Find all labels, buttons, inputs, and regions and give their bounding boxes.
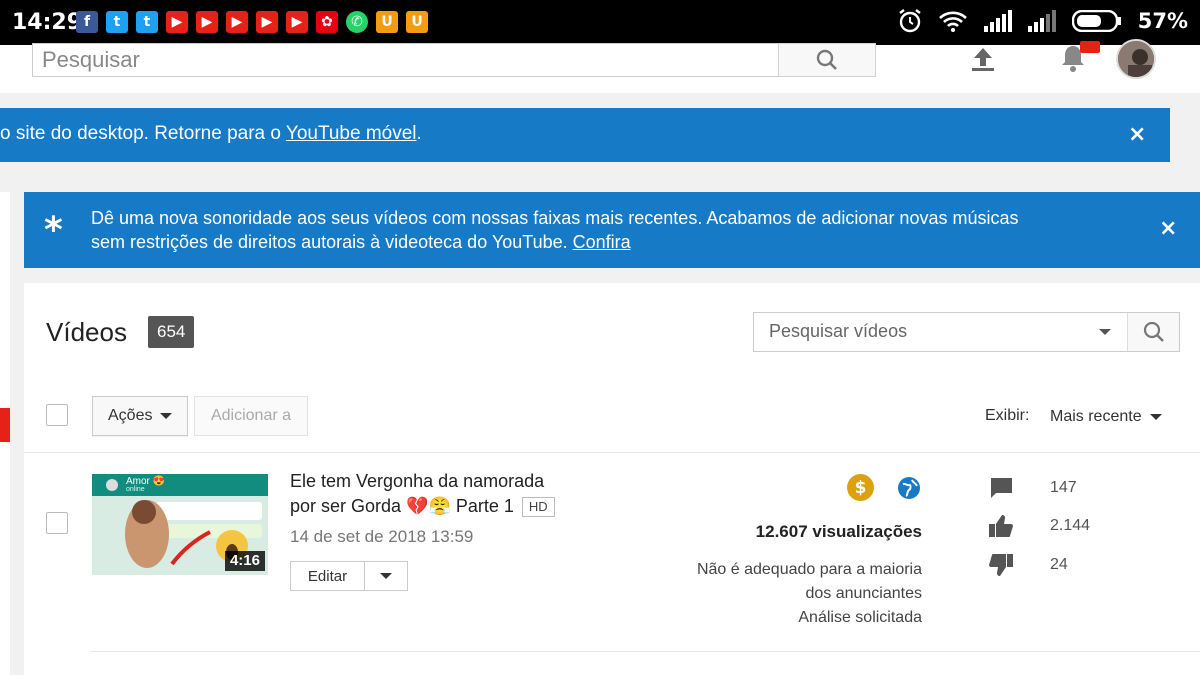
search-input[interactable]: Pesquisar [32,43,779,77]
chevron-down-icon [1149,414,1162,420]
video-title[interactable]: Ele tem Vergonha da namorada por ser Gor… [290,469,590,519]
video-search-button[interactable] [1127,313,1179,351]
battery-icon [1071,10,1121,32]
notification-icons: f t t ▶ ▶ ▶ ▶ ▶ ✿ ✆ U U [76,11,428,33]
youtube-icon: ▶ [166,11,188,33]
edit-button-group: Editar [290,561,408,591]
status-time: 14:29 [12,10,83,35]
video-duration: 4:16 [224,551,265,571]
youtube-icon: ▶ [196,11,218,33]
comment-icon [990,478,1012,498]
globe-icon[interactable] [897,476,921,500]
twitter-icon: t [106,11,128,33]
thumbs-down-icon [989,554,1013,576]
sort-select[interactable]: Mais recente [1050,408,1162,426]
youtube-mobile-link[interactable]: YouTube móvel [286,123,417,144]
video-search: Pesquisar vídeos [753,312,1180,352]
chevron-down-icon[interactable] [1099,329,1111,335]
facebook-icon: f [76,11,98,33]
ad-status: Não é adequado para a maioria dos anunci… [697,558,922,630]
signal-icon [983,10,1012,32]
edit-button[interactable]: Editar [291,562,365,590]
video-thumbnail[interactable]: Amor 😍 online 4:16 [92,474,268,575]
uc-browser-icon: U [376,11,398,33]
masthead: Pesquisar [0,39,1200,93]
banner-music-text2: sem restrições de direitos autorais à vi… [91,232,573,252]
banner-music-text: Dê uma nova sonoridade aos seus vídeos c… [91,208,1019,228]
ad-status-line1: Não é adequado para a maioria [696,561,922,578]
monetization-icon[interactable]: $ [847,474,874,501]
star-icon: * [44,210,63,251]
view-count: 12.607 visualizações [755,522,922,541]
videos-panel: Vídeos 654 Pesquisar vídeos Ações Adicio… [24,283,1200,675]
search-icon [816,49,837,70]
notifications-button[interactable] [1058,41,1100,75]
whatsapp-icon: ✆ [346,11,368,33]
upload-icon [972,48,994,71]
video-title-line2: por ser Gorda 💔😤 Parte 1 [290,496,514,516]
select-all-checkbox[interactable] [46,404,68,426]
thumbs-up-icon [989,515,1013,537]
wifi-icon [938,11,967,32]
youtube-icon: ▶ [256,11,278,33]
banner-desktop-suffix: . [416,123,422,144]
page-title: Vídeos [46,317,127,347]
youtube-icon: ▶ [286,11,308,33]
video-date: 14 de set de 2018 13:59 [290,527,474,546]
ad-status-line3[interactable]: Análise solicitada [697,606,922,630]
twitter-icon: t [136,11,158,33]
banner-desktop-text: o site do desktop. Retorne para o [0,123,286,144]
hd-badge: HD [521,497,555,518]
ad-status-line2: dos anunciantes [805,585,922,602]
like-count: 2.144 [1050,517,1091,534]
confira-link[interactable]: Confira [573,232,631,252]
chevron-down-icon [380,573,392,579]
video-search-input[interactable]: Pesquisar vídeos [754,313,1127,351]
battery-percent: 57% [1137,9,1188,33]
add-to-button[interactable]: Adicionar a [194,396,308,436]
row-checkbox[interactable] [46,512,68,534]
huawei-icon: ✿ [316,11,338,33]
chevron-down-icon [160,413,173,419]
row-divider [90,651,1200,652]
dislike-count: 24 [1050,556,1068,573]
video-title-line1: Ele tem Vergonha da namorada [290,471,545,491]
status-right: 57% [898,8,1188,34]
show-label: Exibir: [985,407,1030,424]
divider [24,452,1200,453]
notification-badge [1080,41,1100,53]
search-icon [1143,321,1164,342]
status-bar: 14:29 f t t ▶ ▶ ▶ ▶ ▶ ✿ ✆ U U 57% [0,0,1200,45]
music-library-banner: * Dê uma nova sonoridade aos seus vídeos… [24,192,1200,268]
actions-label: Ações [108,407,153,424]
upload-button[interactable] [968,43,998,75]
search-button[interactable] [778,43,876,77]
video-count-badge: 654 [148,316,195,348]
comment-count: 147 [1050,479,1077,496]
close-banner-desktop-button[interactable]: × [1128,122,1146,147]
sort-label: Mais recente [1050,408,1142,425]
uc-browser-icon: U [406,11,428,33]
youtube-icon: ▶ [226,11,248,33]
actions-button[interactable]: Ações [92,396,188,436]
alarm-icon [899,9,921,33]
signal-icon [1027,10,1056,32]
edit-dropdown-button[interactable] [365,562,407,590]
desktop-site-banner: o site do desktop. Retorne para o YouTub… [0,108,1170,162]
close-banner-music-button[interactable]: × [1159,216,1177,241]
sidebar-active-marker [0,408,10,442]
avatar[interactable] [1116,39,1156,79]
